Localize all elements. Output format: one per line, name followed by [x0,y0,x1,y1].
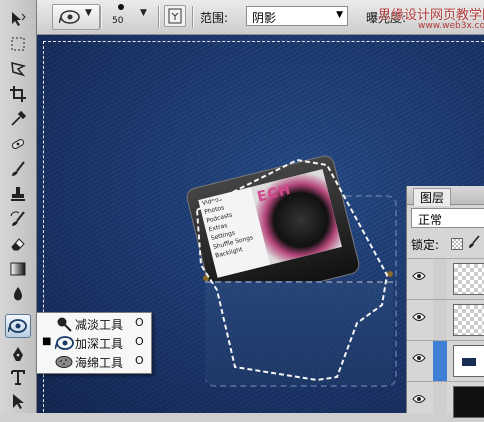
range-label: 范围: [200,11,229,25]
layer-link-column [433,300,447,340]
divider [100,6,102,28]
crop-icon [10,86,26,102]
sponge-tool-label: 海绵工具 [75,356,124,370]
eye-icon[interactable] [412,353,426,366]
layer-thumbnail [453,263,484,295]
chevron-down-icon: ▼ [336,10,343,20]
lasso-tool-button[interactable] [6,58,30,80]
sponge-tool-shortcut: O [135,354,144,367]
burn-tool-menu-item[interactable]: ■ 加深工具 O [37,333,151,352]
sponge-icon [55,354,73,373]
pen-tool-button[interactable] [6,343,30,365]
options-bar: ▼ 50 ▼ 范围: 阴影 ▼ 曝光度: 思缘设计网页教学网 www.web3x… [0,0,484,35]
layer-row[interactable] [407,381,484,422]
ipod-selection-path [195,158,389,382]
brush-picker[interactable]: 50 ▼ [104,2,156,30]
healing-tool-button[interactable] [6,133,30,155]
eye-icon[interactable] [412,312,426,325]
stamp-icon [11,187,25,201]
layer-row[interactable] [407,258,484,299]
dodge-tool-menu-item[interactable]: 减淡工具 O [37,314,151,333]
blend-mode-value: 正常 [418,213,443,227]
eye-icon[interactable] [412,271,426,284]
arrow-pointer-icon [13,394,24,409]
history-brush-tool-button[interactable] [6,208,30,230]
dodge-tool-shortcut: O [135,316,144,329]
dodge-tool-label: 减淡工具 [75,318,124,332]
burn-tool-label: 加深工具 [75,337,124,351]
eye-icon[interactable] [412,394,426,407]
lock-label: 锁定: [411,238,440,252]
layers-tab-bar: 图层 [407,186,484,206]
water-drop-icon [14,287,22,301]
tool-preset-picker[interactable]: ▼ [52,4,100,30]
dodge-burn-tool-button[interactable] [5,314,31,338]
watermark-url: www.web3x.com [418,21,484,31]
brush-tool-button[interactable] [6,158,30,180]
bandage-icon [11,139,25,149]
burn-tool-icon [58,9,81,28]
layer-selected-indicator [433,341,447,381]
eyedropper-icon [11,110,27,126]
burn-tool-shortcut: O [135,335,144,348]
type-tool-button[interactable] [6,366,30,388]
burn-icon [8,319,27,333]
history-brush-icon [10,211,25,226]
lock-transparency-icon[interactable] [451,238,463,250]
eraser-icon [11,238,25,251]
lasso-icon [11,62,27,77]
selected-bullet-icon: ■ [42,336,52,347]
blend-mode-select[interactable]: 正常 [411,208,484,228]
range-select[interactable]: 阴影 ▼ [246,6,348,26]
layer-link-column [433,382,447,422]
move-icon [12,12,26,26]
layer-row[interactable] [407,299,484,340]
marquee-icon [11,37,25,51]
chevron-down-icon: ▼ [85,8,92,18]
brush-panel-toggle-button[interactable] [164,5,186,27]
crop-tool-button[interactable] [6,83,30,105]
pen-icon [13,347,23,361]
layer-row-selected[interactable] [407,340,484,381]
eraser-tool-button[interactable] [6,233,30,255]
range-value: 阴影 [252,11,277,25]
gradient-tool-button[interactable] [6,258,30,280]
gradient-icon [10,262,26,276]
dodge-burn-flyout-menu: 减淡工具 O ■ 加深工具 O 海绵工具 O [36,312,152,374]
layers-panel: 图层 正常 锁定: [406,186,484,422]
path-select-tool-button[interactable] [6,390,30,412]
divider [158,6,160,28]
blur-tool-button[interactable] [6,283,30,305]
move-tool-button[interactable] [6,8,30,30]
tab-layers[interactable]: 图层 [413,188,452,206]
chevron-down-icon: ▼ [140,8,147,18]
brush-size-value: 50 [112,16,124,26]
type-icon [11,370,25,385]
layer-thumbnail [453,386,484,418]
lock-pixels-icon[interactable] [467,235,481,252]
layer-link-column [433,259,447,299]
sponge-tool-menu-item[interactable]: 海绵工具 O [37,352,151,371]
marquee-tool-button[interactable] [6,33,30,55]
layer-thumbnail [453,304,484,336]
layer-thumbnail [453,345,484,377]
brush-icon [12,161,25,176]
eyedropper-tool-button[interactable] [6,108,30,130]
brush-tip-icon [118,4,124,10]
stamp-tool-button[interactable] [6,183,30,205]
divider [192,6,194,28]
toolbox [0,0,37,413]
brush-panel-icon [168,8,182,24]
